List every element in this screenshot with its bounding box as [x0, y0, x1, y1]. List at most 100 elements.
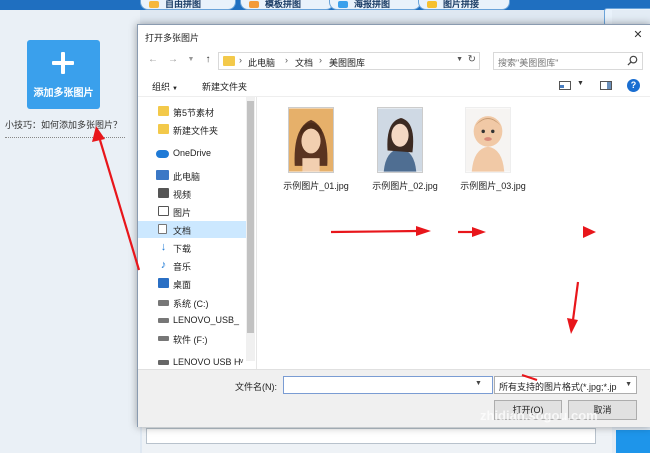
- new-folder-button[interactable]: 新建文件夹: [202, 80, 247, 93]
- breadcrumb-separator: ›: [319, 55, 322, 65]
- nav-item-label: OneDrive: [173, 148, 212, 158]
- nav-item-label: LENOVO USB H: [173, 357, 241, 367]
- folder-icon: [158, 106, 169, 116]
- nav-item-drive-f[interactable]: 软件 (F:): [138, 330, 246, 347]
- open-file-dialog: 打开多张图片 ✕ ← → ▼ ↑ › 此电脑 › 文档 › 美图图库 ▼ ↻ 搜…: [137, 24, 650, 427]
- nav-item-label: 第5节素材: [173, 108, 215, 118]
- pane-divider[interactable]: [256, 97, 257, 369]
- filename-label: 文件名(N):: [235, 382, 277, 392]
- tip-link[interactable]: 小技巧：如何添加多张图片？: [5, 118, 125, 138]
- address-chevron-icon[interactable]: ▼: [456, 56, 463, 63]
- preview-pane-icon[interactable]: [600, 81, 612, 90]
- navigation-pane: 第5节素材 新建文件夹 OneDrive 此电脑 视频 图片 文档 ↓ 下载 ♪ 音…: [138, 97, 256, 369]
- corner-button[interactable]: [616, 430, 650, 453]
- image-thumbnail: [288, 107, 334, 173]
- scrollbar-thumb[interactable]: [247, 101, 254, 333]
- nav-item-label: 音乐: [173, 262, 192, 272]
- canvas-bottom-box: [146, 428, 596, 444]
- tab-label: 模板拼图: [265, 0, 302, 9]
- tab-photo-stitch[interactable]: 图片拼接: [418, 0, 510, 10]
- file-type-filter-value: 所有支持的图片格式(*.jpg;*.jp: [499, 382, 617, 392]
- file-name: 示例图片_02.jpg: [372, 181, 438, 191]
- nav-item-label: 桌面: [173, 280, 192, 290]
- nav-item-desktop[interactable]: 桌面: [138, 275, 246, 292]
- chevron-down-icon: ▼: [625, 381, 632, 388]
- nav-item-downloads[interactable]: ↓ 下载: [138, 239, 246, 256]
- file-item[interactable]: 示例图片_01.jpg: [276, 107, 356, 197]
- music-icon: ♪: [160, 259, 167, 271]
- view-options-chevron-icon[interactable]: ▼: [577, 80, 584, 87]
- nav-item-music[interactable]: ♪ 音乐: [138, 257, 246, 274]
- drive-icon: [158, 318, 169, 323]
- up-arrow-icon[interactable]: ↑: [201, 53, 215, 67]
- forward-arrow-icon[interactable]: →: [166, 53, 180, 67]
- nav-item-drive-c[interactable]: 系统 (C:): [138, 294, 246, 311]
- drive-icon: [158, 300, 169, 306]
- organize-menu[interactable]: 组织 ▼: [152, 80, 178, 93]
- nav-item-label: 此电脑: [173, 172, 201, 182]
- canvas-bottom-area: [142, 425, 612, 453]
- nav-item-label: 软件 (F:): [173, 335, 208, 345]
- folder-icon: [158, 124, 169, 134]
- tab-free-collage[interactable]: 自由拼图: [140, 0, 236, 10]
- file-name: 示例图片_03.jpg: [460, 181, 526, 191]
- search-box[interactable]: 搜索"美图图库": [493, 52, 643, 70]
- tab-template-collage[interactable]: 模板拼图: [240, 0, 334, 10]
- nav-item-label: 文档: [173, 226, 192, 236]
- nav-item-pictures[interactable]: 图片: [138, 203, 246, 220]
- plus-icon: [52, 52, 74, 74]
- video-icon: [158, 188, 169, 198]
- stitch-icon: [427, 1, 437, 8]
- file-item[interactable]: 示例图片_03.jpg: [453, 107, 533, 197]
- nav-item-lenovo-usb-h[interactable]: LENOVO USB H ∨: [138, 354, 246, 369]
- recent-locations-chevron-icon[interactable]: ▼: [184, 53, 198, 67]
- nav-item-onedrive[interactable]: OneDrive: [138, 145, 246, 162]
- nav-item-this-pc[interactable]: 此电脑: [138, 167, 246, 184]
- nav-item-folder-lesson5[interactable]: 第5节素材: [138, 103, 246, 120]
- tab-poster-collage[interactable]: 海报拼图: [329, 0, 421, 10]
- collage-icon: [149, 1, 159, 8]
- folder-icon: [223, 56, 235, 66]
- template-icon: [249, 1, 259, 8]
- watermark: zhidian.sogou.com: [480, 408, 598, 423]
- nav-item-label: 图片: [173, 208, 192, 218]
- breadcrumb-meitu-gallery[interactable]: 美图图库: [329, 56, 365, 69]
- desktop-icon: [158, 278, 169, 288]
- breadcrumb-documents[interactable]: 文档: [295, 56, 313, 69]
- search-placeholder: 搜索"美图图库": [498, 58, 559, 68]
- file-type-filter-select[interactable]: 所有支持的图片格式(*.jpg;*.jp ▼: [494, 376, 637, 394]
- tab-label: 海报拼图: [354, 0, 391, 9]
- breadcrumb-separator: ›: [285, 55, 288, 65]
- address-bar[interactable]: › 此电脑 › 文档 › 美图图库 ▼ ↻: [218, 52, 480, 70]
- usb-drive-icon: [158, 360, 169, 365]
- filename-history-chevron-icon[interactable]: ▼: [475, 380, 482, 387]
- image-thumbnail: [465, 107, 511, 173]
- change-view-icon[interactable]: [559, 81, 571, 90]
- cloud-icon: [156, 150, 169, 158]
- documents-icon: [158, 224, 167, 234]
- organize-label: 组织: [152, 82, 171, 92]
- navigation-scrollbar[interactable]: [246, 97, 255, 361]
- filename-input[interactable]: [283, 376, 493, 394]
- nav-item-lenovo-usb[interactable]: LENOVO_USB_: [138, 312, 246, 329]
- search-icon: [627, 55, 638, 66]
- add-multiple-images-button[interactable]: 添加多张图片: [27, 40, 100, 109]
- nav-item-videos[interactable]: 视频: [138, 185, 246, 202]
- refresh-icon[interactable]: ↻: [468, 54, 476, 65]
- help-icon[interactable]: ?: [627, 79, 640, 92]
- tab-label: 自由拼图: [165, 0, 202, 9]
- nav-item-documents[interactable]: 文档: [138, 221, 246, 238]
- nav-item-label: 新建文件夹: [173, 126, 219, 136]
- file-item[interactable]: 示例图片_02.jpg: [365, 107, 445, 197]
- nav-item-label: 下载: [173, 244, 192, 254]
- download-icon: ↓: [160, 241, 167, 253]
- computer-icon: [156, 170, 169, 180]
- drive-icon: [158, 336, 169, 341]
- close-icon[interactable]: ✕: [630, 28, 646, 42]
- back-arrow-icon[interactable]: ←: [146, 53, 160, 67]
- breadcrumb-this-pc[interactable]: 此电脑: [248, 56, 275, 69]
- nav-item-new-folder[interactable]: 新建文件夹: [138, 121, 246, 138]
- chevron-down-icon[interactable]: ∨: [239, 357, 244, 365]
- poster-icon: [338, 1, 348, 8]
- dialog-title: 打开多张图片: [145, 33, 200, 43]
